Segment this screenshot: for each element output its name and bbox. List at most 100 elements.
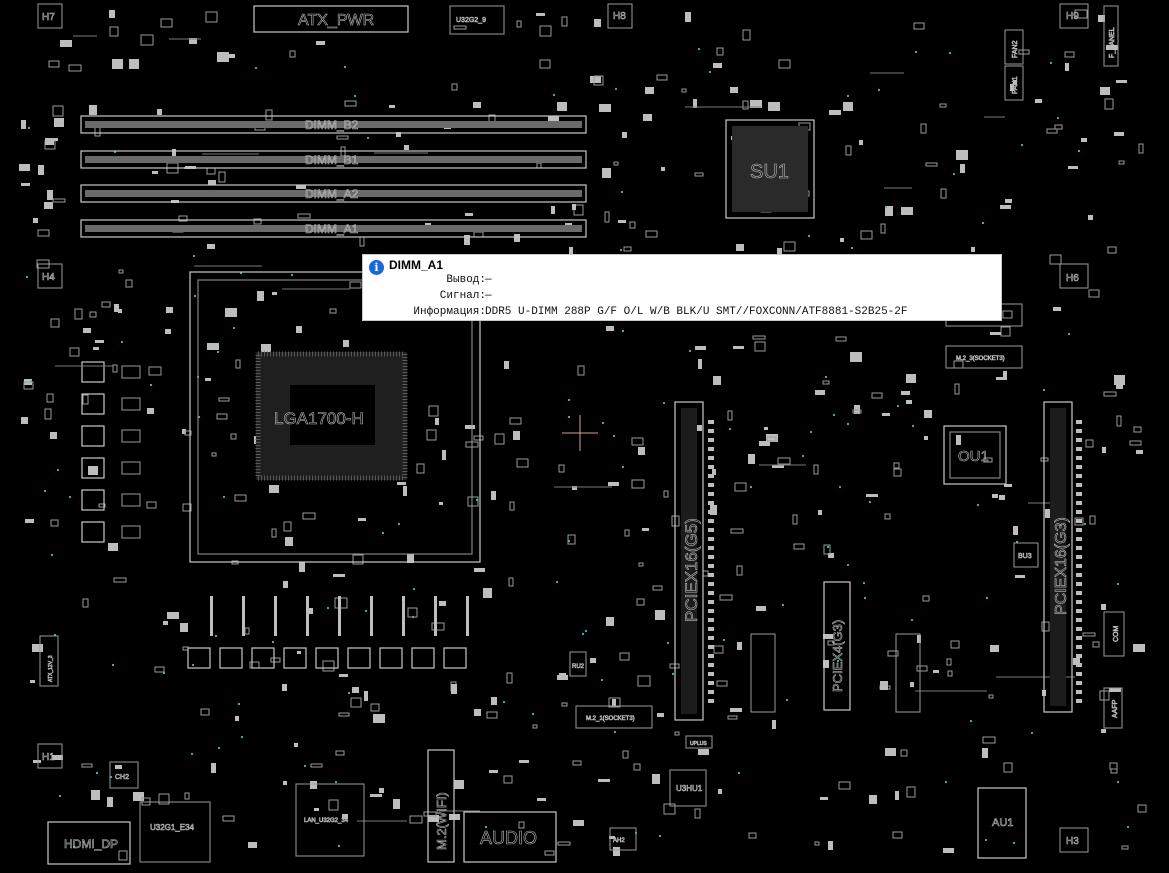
smd-component[interactable] [364,691,368,701]
smd-component[interactable] [404,145,409,150]
smd-component[interactable] [1015,575,1025,578]
smd-component[interactable] [719,594,733,601]
smd-component[interactable] [89,311,97,318]
smd-component[interactable] [37,229,50,237]
smd-component[interactable] [748,832,757,839]
smd-component[interactable] [333,574,345,577]
smd-component[interactable] [742,100,749,110]
smd-component[interactable] [901,391,910,395]
smd-component[interactable] [953,360,964,369]
smd-component[interactable] [860,230,873,240]
smd-component[interactable] [1116,80,1127,83]
smd-component[interactable] [572,204,576,210]
smd-component[interactable] [590,76,601,83]
smd-component[interactable] [960,164,965,173]
smd-component[interactable] [685,12,691,22]
smd-component[interactable] [866,494,878,497]
smd-component[interactable] [544,850,555,856]
smd-component[interactable] [491,491,496,500]
vrm-choke[interactable] [121,525,141,539]
smd-component[interactable] [730,708,742,712]
smd-component[interactable] [271,528,277,538]
smd-component[interactable] [270,657,281,663]
smd-component[interactable] [451,684,457,694]
smd-component[interactable] [990,645,999,652]
smd-component[interactable] [352,554,364,565]
smd-component[interactable] [1103,391,1117,397]
smd-component[interactable] [598,779,610,782]
smd-component[interactable] [165,329,171,334]
smd-component[interactable] [1000,205,1011,209]
smd-component[interactable] [474,568,485,572]
smd-component[interactable] [205,378,211,381]
smd-component[interactable] [730,87,738,93]
smd-component[interactable] [47,190,53,200]
smd-component[interactable] [235,359,241,369]
smd-component[interactable] [777,457,791,465]
smd-component[interactable] [698,749,709,755]
smd-component[interactable] [1054,124,1063,130]
smd-component[interactable] [1068,166,1078,169]
smd-component[interactable] [296,326,302,333]
smd-component[interactable] [906,374,916,383]
smd-component[interactable] [933,670,939,673]
smd-component[interactable] [1129,440,1142,446]
smd-component[interactable] [107,797,113,807]
smd-component[interactable] [1133,644,1145,652]
smd-component[interactable] [906,400,912,404]
smd-component[interactable] [778,59,791,69]
smd-component[interactable] [465,213,473,216]
smd-component[interactable] [1114,375,1125,385]
vrm-mosfet[interactable] [219,647,243,669]
smd-component[interactable] [623,246,632,252]
smd-component[interactable] [892,831,903,839]
smd-component[interactable] [618,220,626,223]
smd-component[interactable] [756,606,766,611]
smd-component[interactable] [19,164,30,171]
smd-component[interactable] [823,544,831,555]
smd-component[interactable] [32,644,43,652]
smd-component[interactable] [1035,99,1042,103]
smd-component[interactable] [577,365,585,376]
header-left[interactable] [750,633,776,713]
smd-component[interactable] [50,432,57,439]
smd-component[interactable] [716,47,724,56]
smd-component[interactable] [465,425,475,429]
smd-component[interactable] [200,708,210,716]
smd-component[interactable] [1114,132,1124,136]
smd-component[interactable] [44,202,53,209]
smd-component[interactable] [814,841,820,846]
smd-component[interactable] [218,171,226,183]
smd-component[interactable] [322,660,335,672]
su1-chip[interactable]: SU1 [725,119,815,219]
smd-component[interactable] [82,598,89,608]
smd-component[interactable] [642,528,649,531]
smd-component[interactable] [698,359,702,369]
smd-component[interactable] [1018,49,1030,55]
smd-component[interactable] [813,464,819,475]
smd-component[interactable] [211,763,216,773]
smd-component[interactable] [68,64,82,72]
smd-component[interactable] [516,20,522,28]
smd-component[interactable] [1104,98,1114,110]
smd-component[interactable] [716,680,728,687]
smd-component[interactable] [451,83,458,91]
smd-component[interactable] [835,336,847,342]
smd-component[interactable] [489,770,498,773]
smd-component[interactable] [910,682,914,687]
smd-component[interactable] [329,308,337,314]
smd-component[interactable] [843,102,853,111]
smd-component[interactable] [742,29,751,41]
smd-component[interactable] [869,795,877,804]
smd-component[interactable] [352,687,359,693]
smd-component[interactable] [1088,289,1100,298]
smd-component[interactable] [829,110,841,115]
smd-component[interactable] [1118,160,1125,165]
vrm-mosfet[interactable] [347,647,371,669]
smd-component[interactable] [230,433,237,440]
smd-component[interactable] [343,340,349,347]
smd-component[interactable] [389,105,395,108]
smd-component[interactable] [244,627,250,635]
smd-component[interactable] [539,59,551,69]
smd-component[interactable] [283,581,288,588]
